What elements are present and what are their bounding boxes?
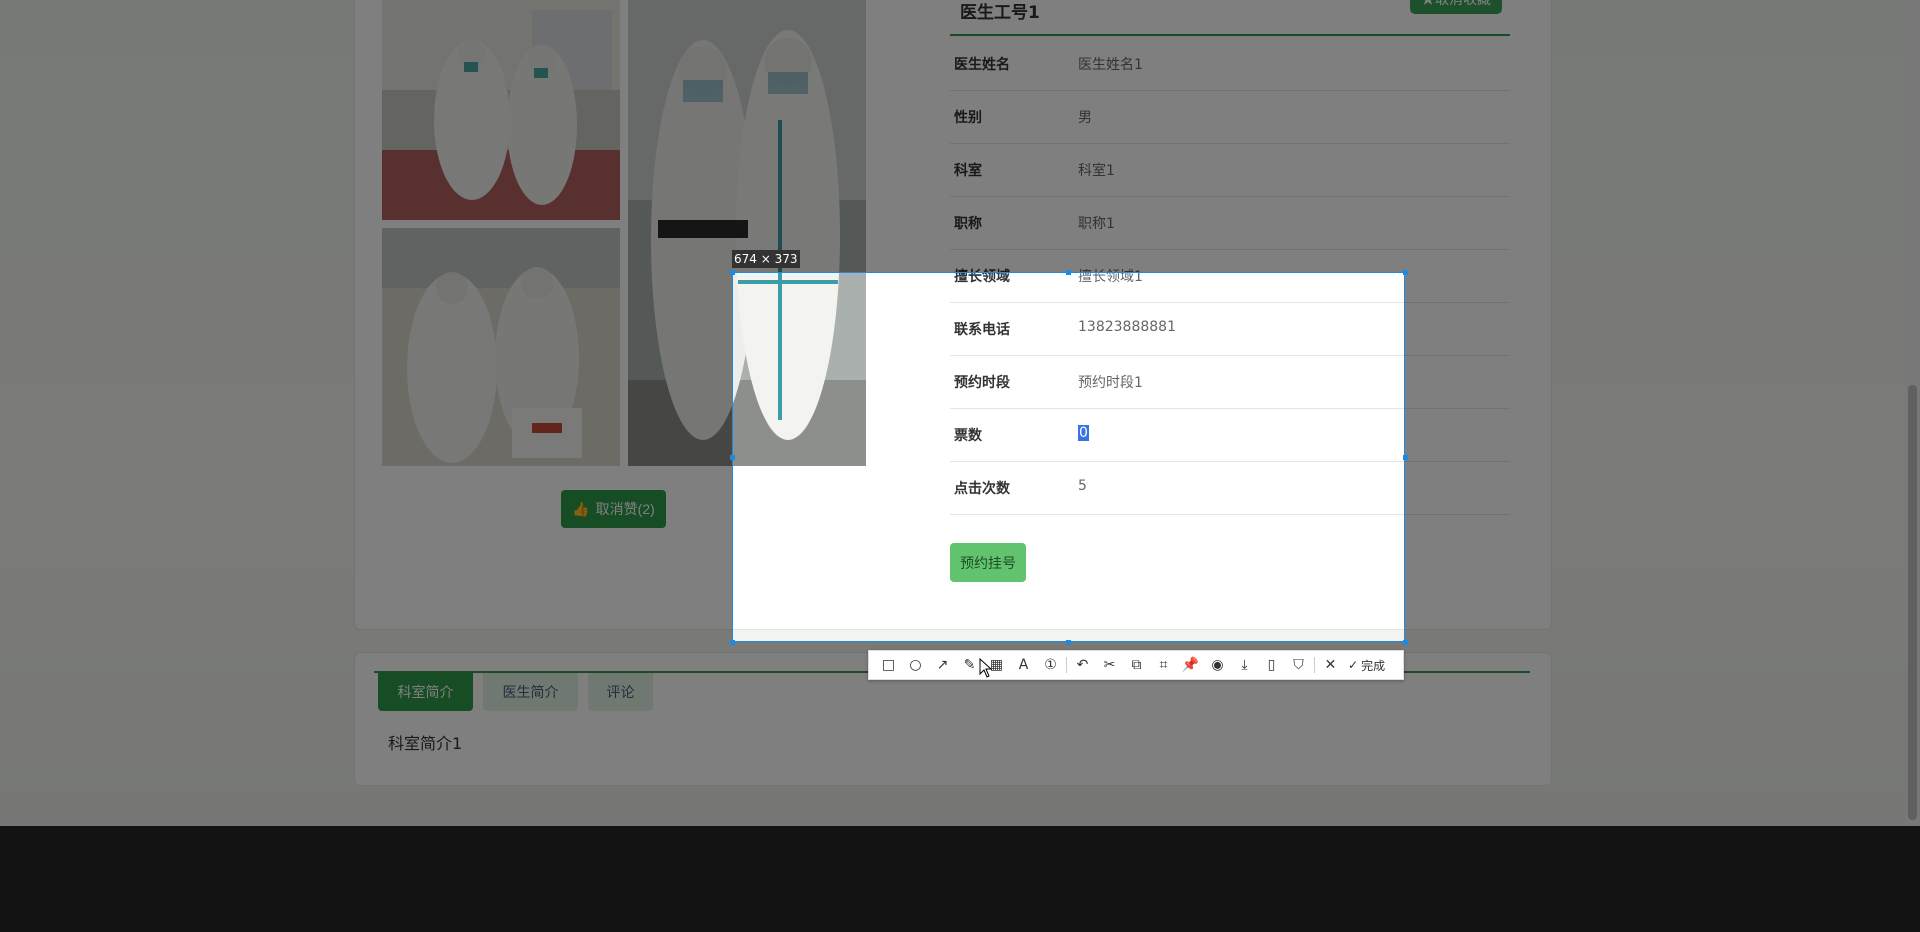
capture-dim-top bbox=[0, 0, 1920, 272]
close-icon[interactable]: ✕ bbox=[1317, 654, 1344, 676]
record-icon[interactable]: ◉ bbox=[1204, 654, 1231, 676]
ellipse-tool-icon[interactable]: ○ bbox=[902, 654, 929, 676]
pin-icon[interactable]: 📌 bbox=[1177, 654, 1204, 676]
resize-handle-sw[interactable] bbox=[730, 640, 735, 645]
capture-selection-rect[interactable] bbox=[732, 272, 1405, 642]
scissors-icon[interactable]: ✂ bbox=[1096, 654, 1123, 676]
capture-toolbar: □ ○ ↗ ✎ ▦ A ① ↶ ✂ ⧉ ⌗ 📌 ◉ ⤓ ▯ ⛉ ✕ ✓ 完成 bbox=[868, 650, 1404, 680]
resize-handle-nw[interactable] bbox=[730, 270, 735, 275]
check-icon: ✓ bbox=[1348, 658, 1359, 672]
translate-icon[interactable]: ⧉ bbox=[1123, 654, 1150, 676]
toolbar-separator bbox=[1314, 657, 1315, 673]
undo-icon[interactable]: ↶ bbox=[1069, 654, 1096, 676]
rectangle-tool-icon[interactable]: □ bbox=[875, 654, 902, 676]
resize-handle-n[interactable] bbox=[1066, 270, 1071, 275]
resize-handle-e[interactable] bbox=[1403, 455, 1408, 460]
arrow-tool-icon[interactable]: ↗ bbox=[929, 654, 956, 676]
mouse-cursor-icon bbox=[979, 658, 993, 678]
capture-size-label: 674 × 373 bbox=[732, 250, 800, 268]
resize-handle-ne[interactable] bbox=[1403, 270, 1408, 275]
capture-dim-bottom bbox=[0, 642, 1920, 932]
resize-handle-w[interactable] bbox=[730, 455, 735, 460]
done-button[interactable]: ✓ 完成 bbox=[1344, 657, 1389, 674]
download-icon[interactable]: ⤓ bbox=[1231, 654, 1258, 676]
toolbar-separator bbox=[1066, 657, 1067, 673]
capture-dim-right bbox=[1405, 272, 1920, 642]
capture-dim-left bbox=[0, 272, 732, 642]
bookmark-icon[interactable]: ⛉ bbox=[1285, 654, 1312, 676]
resize-handle-se[interactable] bbox=[1403, 640, 1408, 645]
long-screenshot-icon[interactable]: ▯ bbox=[1258, 654, 1285, 676]
text-tool-icon[interactable]: A bbox=[1010, 654, 1037, 676]
number-tool-icon[interactable]: ① bbox=[1037, 654, 1064, 676]
resize-handle-s[interactable] bbox=[1066, 640, 1071, 645]
ocr-icon[interactable]: ⌗ bbox=[1150, 654, 1177, 676]
